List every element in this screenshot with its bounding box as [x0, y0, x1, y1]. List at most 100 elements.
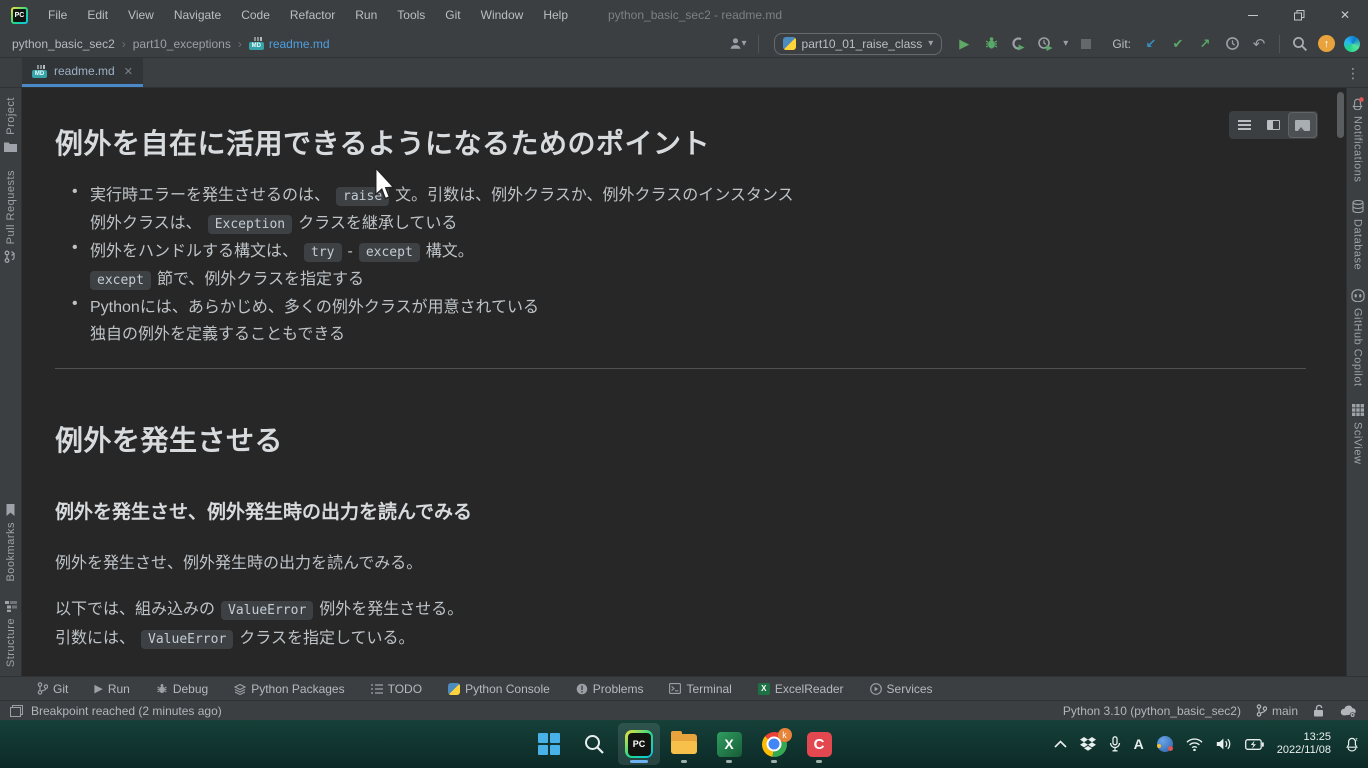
- editor-scrollbar[interactable]: [1337, 92, 1344, 138]
- inline-code: Exception: [208, 215, 292, 234]
- menu-navigate[interactable]: Navigate: [164, 0, 231, 30]
- toolwindow-problems[interactable]: Problems: [563, 677, 657, 701]
- status-widgets: Python 3.10 (python_basic_sec2) main: [1063, 704, 1356, 718]
- preview-only-icon: [1295, 120, 1310, 131]
- taskbar-chrome-button[interactable]: k: [753, 723, 795, 765]
- tab-options-icon[interactable]: ⋮: [1346, 58, 1360, 88]
- toolwindow-todo[interactable]: TODO: [358, 677, 435, 701]
- code-with-me-icon[interactable]: [1344, 36, 1360, 52]
- run-configuration-select[interactable]: part10_01_raise_class ▾: [774, 33, 943, 55]
- ime-indicator[interactable]: A: [1134, 736, 1144, 752]
- right-tool-stripe: Notifications Database GitHub Copilot Sc…: [1346, 88, 1368, 676]
- coverage-icon: [1010, 36, 1026, 51]
- taskbar-search-button[interactable]: [573, 723, 615, 765]
- run-icon: ▶: [94, 682, 102, 695]
- menu-edit[interactable]: Edit: [77, 0, 118, 30]
- menu-help[interactable]: Help: [533, 0, 578, 30]
- title-bar: PC File Edit View Navigate Code Refactor…: [0, 0, 1368, 30]
- file-explorer-icon: [671, 734, 697, 754]
- layout-icon[interactable]: [10, 705, 23, 717]
- toolwindow-python-packages[interactable]: Python Packages: [221, 677, 357, 701]
- show-preview-only-button[interactable]: [1289, 113, 1316, 137]
- minimize-button[interactable]: [1230, 0, 1276, 30]
- folder-icon: [4, 141, 17, 152]
- taskbar-excel-button[interactable]: X: [708, 723, 750, 765]
- run-button[interactable]: ▶: [955, 34, 973, 54]
- database-icon: [1352, 200, 1364, 213]
- sidebar-item-pull-requests[interactable]: Pull Requests: [4, 161, 17, 272]
- sidebar-item-notifications[interactable]: Notifications: [1351, 88, 1364, 191]
- wifi-icon[interactable]: [1186, 738, 1203, 751]
- microphone-icon[interactable]: [1109, 736, 1121, 752]
- notification-bell-icon[interactable]: z: [1344, 736, 1360, 752]
- tab-close-icon[interactable]: ✕: [124, 65, 133, 78]
- run-options-chevron[interactable]: ▾: [1063, 38, 1068, 49]
- menu-tools[interactable]: Tools: [387, 0, 435, 30]
- taskbar-camtasia-button[interactable]: C: [798, 723, 840, 765]
- git-branch-widget[interactable]: main: [1256, 704, 1298, 718]
- restore-button[interactable]: [1276, 0, 1322, 30]
- start-button[interactable]: [528, 723, 570, 765]
- tab-readme-md[interactable]: MD readme.md ✕: [22, 58, 143, 87]
- chrome-profile-badge: k: [778, 728, 792, 742]
- taskbar-pycharm-button[interactable]: PC: [618, 723, 660, 765]
- profiler-button[interactable]: [1036, 34, 1054, 54]
- menu-code[interactable]: Code: [231, 0, 280, 30]
- volume-icon[interactable]: [1216, 737, 1232, 751]
- menu-git[interactable]: Git: [435, 0, 470, 30]
- sidebar-item-structure[interactable]: Structure: [5, 591, 17, 676]
- unlock-icon[interactable]: [1313, 704, 1325, 717]
- copilot-icon: [1351, 289, 1365, 302]
- tray-app-ball-icon[interactable]: [1157, 736, 1173, 752]
- excel-icon: X: [717, 732, 742, 757]
- rollback-button[interactable]: ↶: [1250, 34, 1268, 54]
- cloud-settings-icon[interactable]: [1340, 705, 1356, 717]
- toolwindow-run[interactable]: ▶ Run: [81, 677, 142, 701]
- history-button[interactable]: [1223, 34, 1241, 54]
- toolwindow-debug[interactable]: Debug: [143, 677, 221, 701]
- pull-request-icon: [4, 250, 17, 263]
- sidebar-item-github-copilot[interactable]: GitHub Copilot: [1351, 280, 1365, 396]
- system-tray: A 13:25 2022/11/08 z: [1054, 720, 1360, 768]
- toolwindow-python-console[interactable]: Python Console: [435, 677, 563, 701]
- run-with-coverage-button[interactable]: [1009, 34, 1027, 54]
- close-button[interactable]: ✕: [1322, 0, 1368, 30]
- sidebar-item-bookmarks[interactable]: Bookmarks: [5, 495, 17, 591]
- git-commit-button[interactable]: ✔: [1169, 34, 1187, 54]
- battery-icon[interactable]: [1245, 739, 1264, 750]
- dropbox-icon[interactable]: [1080, 737, 1096, 751]
- breadcrumb-root[interactable]: python_basic_sec2: [12, 37, 115, 51]
- debug-button[interactable]: [982, 34, 1000, 54]
- excel-icon: X: [758, 683, 770, 695]
- search-everywhere-button[interactable]: [1291, 34, 1309, 54]
- toolwindow-git[interactable]: Git: [24, 677, 81, 701]
- taskbar-clock[interactable]: 13:25 2022/11/08: [1277, 731, 1331, 757]
- toolwindow-services[interactable]: Services: [857, 677, 946, 701]
- menu-file[interactable]: File: [38, 0, 77, 30]
- git-update-button[interactable]: ↙: [1142, 34, 1160, 54]
- show-editor-and-preview-button[interactable]: [1260, 113, 1287, 137]
- bug-icon: [156, 683, 168, 695]
- sidebar-item-sciview[interactable]: SciView: [1352, 395, 1364, 473]
- menu-run[interactable]: Run: [345, 0, 387, 30]
- git-push-button[interactable]: ↗: [1196, 34, 1214, 54]
- toolwindow-excelreader[interactable]: X ExcelReader: [745, 677, 857, 701]
- menu-view[interactable]: View: [118, 0, 164, 30]
- breadcrumb-file[interactable]: readme.md: [269, 37, 330, 51]
- tray-overflow-chevron-icon[interactable]: [1054, 740, 1067, 748]
- user-avatar-button[interactable]: ▾: [729, 34, 747, 54]
- windows-logo-icon: [538, 733, 560, 755]
- python-interpreter-widget[interactable]: Python 3.10 (python_basic_sec2): [1063, 704, 1241, 718]
- sidebar-item-database[interactable]: Database: [1352, 191, 1364, 279]
- breadcrumb-folder[interactable]: part10_exceptions: [133, 37, 231, 51]
- ide-update-badge[interactable]: ↑: [1318, 35, 1335, 52]
- editor-tab-bar: MD readme.md ✕ ⋮: [0, 58, 1368, 88]
- markdown-preview[interactable]: 例外を自在に活用できるようになるためのポイント 実行時エラーを発生させるのは、r…: [22, 88, 1346, 676]
- menu-refactor[interactable]: Refactor: [280, 0, 345, 30]
- menu-window[interactable]: Window: [471, 0, 534, 30]
- show-editor-only-button[interactable]: [1231, 113, 1258, 137]
- toolwindow-terminal[interactable]: Terminal: [656, 677, 744, 701]
- taskbar-explorer-button[interactable]: [663, 723, 705, 765]
- sidebar-item-project[interactable]: Project: [4, 88, 17, 161]
- status-message: Breakpoint reached (2 minutes ago): [31, 704, 222, 718]
